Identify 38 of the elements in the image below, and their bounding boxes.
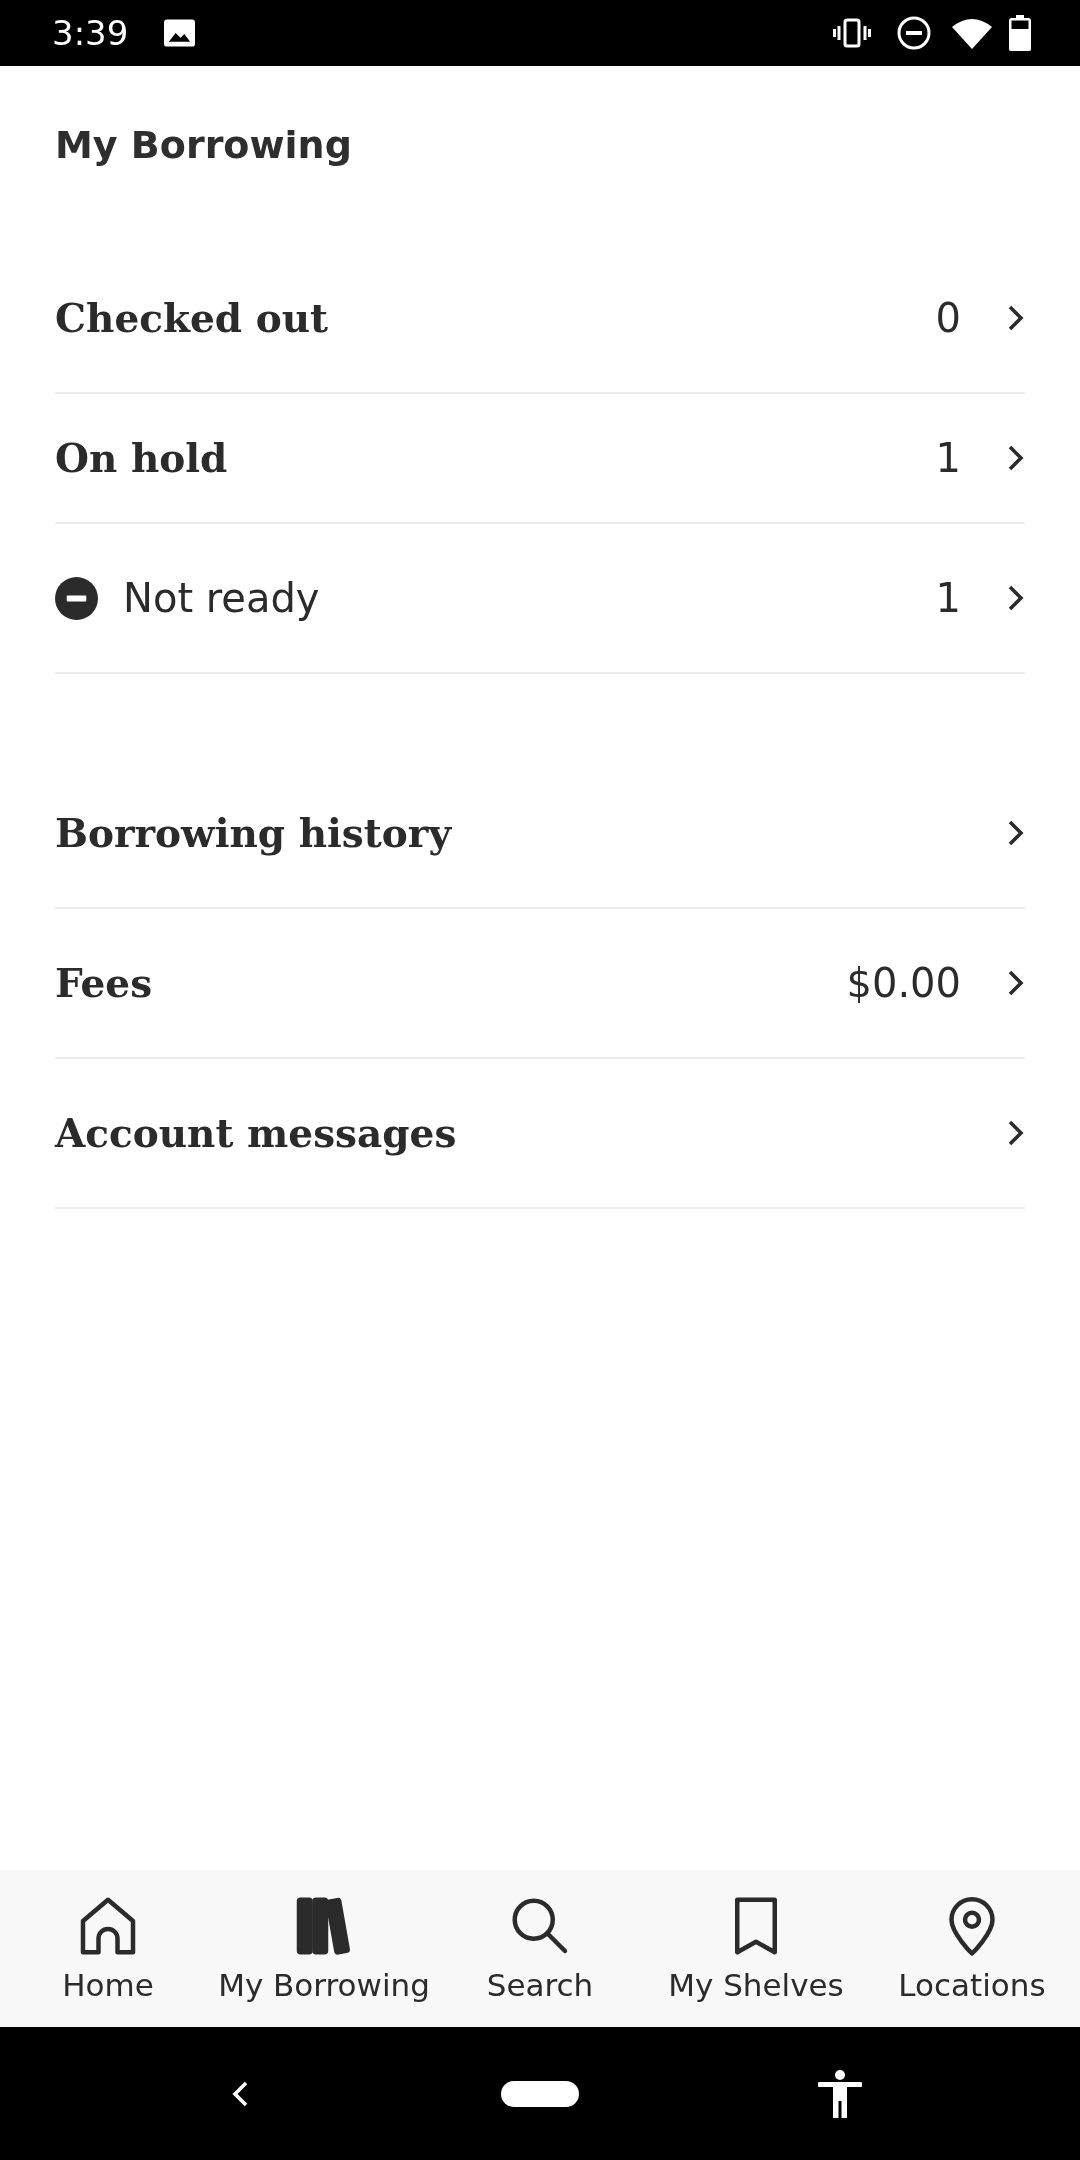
list-row[interactable]: On hold 1 <box>55 394 1025 524</box>
chevron-right-icon <box>1007 819 1025 847</box>
nav-tab[interactable]: My Shelves <box>668 1870 844 2004</box>
chevron-right-icon <box>1007 1119 1025 1147</box>
item-count: 1 <box>935 574 961 623</box>
item-count: 0 <box>935 294 961 343</box>
chevron-right-icon <box>1007 444 1025 472</box>
vibrate-icon <box>833 18 871 48</box>
status-time: 3:39 <box>52 13 129 53</box>
accessibility-icon[interactable] <box>818 2069 862 2118</box>
wifi-icon <box>952 17 992 49</box>
row-label: Borrowing history <box>55 809 452 858</box>
row-label: Not ready <box>123 574 320 623</box>
list-row[interactable]: Borrowing history <box>55 759 1025 909</box>
row-label: Account messages <box>55 1109 457 1158</box>
chevron-right-icon <box>1007 969 1025 997</box>
do-not-disturb-icon <box>897 16 931 50</box>
list-row[interactable]: Not ready 1 <box>55 524 1025 674</box>
battery-icon <box>1009 15 1031 51</box>
nav-tab[interactable]: Home <box>62 1870 154 2004</box>
image-icon <box>164 19 196 47</box>
minus-circle-icon <box>55 576 98 620</box>
list-row[interactable]: Fees $0.00 <box>55 909 1025 1059</box>
page-title: My Borrowing <box>55 122 352 169</box>
nav-tab[interactable]: My Borrowing <box>218 1870 430 2004</box>
list-row[interactable]: Account messages <box>55 1059 1025 1209</box>
chevron-right-icon <box>1007 304 1025 332</box>
back-icon[interactable] <box>231 2079 249 2108</box>
row-label: Fees <box>55 959 153 1008</box>
row-label: On hold <box>55 434 228 483</box>
nav-tab[interactable]: Locations <box>898 1870 1046 2004</box>
row-label: Checked out <box>55 294 329 343</box>
home-pill-icon[interactable] <box>501 2080 579 2107</box>
nav-tab[interactable]: Search <box>486 1870 594 2004</box>
list-row[interactable]: Checked out 0 <box>55 244 1025 394</box>
chevron-right-icon <box>1007 584 1025 612</box>
item-count: $0.00 <box>846 959 961 1008</box>
item-count: 1 <box>935 434 961 483</box>
